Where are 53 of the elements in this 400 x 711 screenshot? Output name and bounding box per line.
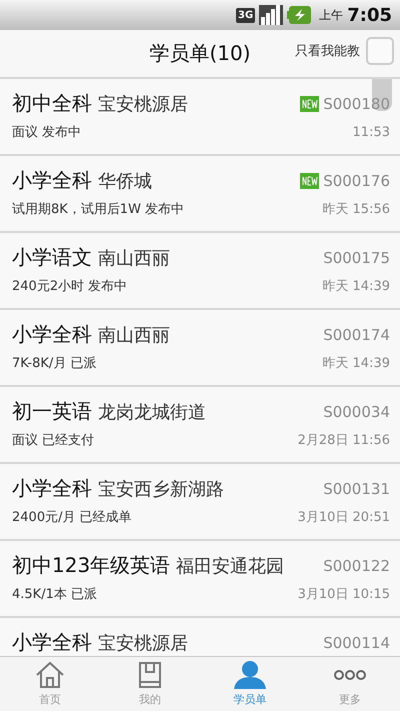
order-detail: 面议 已经支付 <box>12 432 94 449</box>
order-detail: 面议 发布中 <box>12 124 82 141</box>
order-detail: 2400元/月 已经成单 <box>12 509 132 526</box>
order-title: 小学全科 <box>12 167 92 194</box>
order-time: 3月10日 10:15 <box>298 586 390 603</box>
order-location: 宝安西乡新湖路 <box>98 478 224 500</box>
tab-label: 更多 <box>339 692 361 707</box>
order-location: 华侨城 <box>98 170 152 192</box>
order-location: 宝安桃源居 <box>98 92 188 116</box>
person-icon <box>234 661 266 689</box>
order-detail: 试用期8K，试用后1W 发布中 <box>12 201 184 218</box>
order-location: 南山西丽 <box>98 324 170 346</box>
order-time: 昨天 14:39 <box>322 278 390 295</box>
order-location: 宝安桃源居 <box>98 632 188 654</box>
order-title: 小学全科 <box>12 475 92 502</box>
order-location: 福田安通花园 <box>176 554 284 578</box>
order-time: 3月10日 20:51 <box>298 509 390 526</box>
order-time: 11:53 <box>352 124 390 140</box>
order-location: 南山西丽 <box>98 246 170 270</box>
order-code: S000114 <box>323 634 390 652</box>
order-title: 初中全科 <box>12 90 92 117</box>
order-detail: 4.5K/1本 已派 <box>12 586 97 603</box>
tab-label: 学员单 <box>234 692 266 707</box>
page-title: 学员单(10) <box>149 40 251 67</box>
order-code: S000175 <box>323 248 390 266</box>
order-code: S000180 <box>323 94 390 112</box>
order-time: 2月28日 11:56 <box>298 432 390 449</box>
order-location: 龙岗龙城街道 <box>98 400 206 424</box>
book-icon <box>138 661 162 689</box>
tab-label: 我的 <box>139 692 161 707</box>
order-title: 小学全科 <box>12 629 92 656</box>
filter-checkbox[interactable] <box>366 37 394 65</box>
tab-label: 首页 <box>39 692 61 707</box>
order-detail: 7K-8K/月 已派 <box>12 355 96 372</box>
status-time: 7:05 <box>347 4 392 26</box>
signal-icon <box>259 5 284 25</box>
order-code: S000174 <box>323 326 390 344</box>
network-icon: 3G <box>236 8 256 22</box>
home-icon <box>35 661 65 689</box>
order-code: S000176 <box>323 172 390 190</box>
filter-label: 只看我能教 <box>295 43 360 60</box>
order-title: 初一英语 <box>12 398 92 425</box>
order-code: S000034 <box>323 402 390 420</box>
order-code: S000122 <box>323 556 390 574</box>
order-title: 初中123年级英语 <box>12 552 170 579</box>
status-ampm: 上午 <box>319 6 344 24</box>
order-code: S000131 <box>323 480 390 498</box>
order-title: 小学全科 <box>12 321 92 348</box>
order-title: 小学语文 <box>12 244 92 271</box>
order-time: 昨天 15:56 <box>322 201 390 218</box>
order-detail: 240元2小时 发布中 <box>12 278 128 295</box>
order-time: 昨天 14:39 <box>322 355 390 372</box>
battery-icon <box>287 6 312 24</box>
